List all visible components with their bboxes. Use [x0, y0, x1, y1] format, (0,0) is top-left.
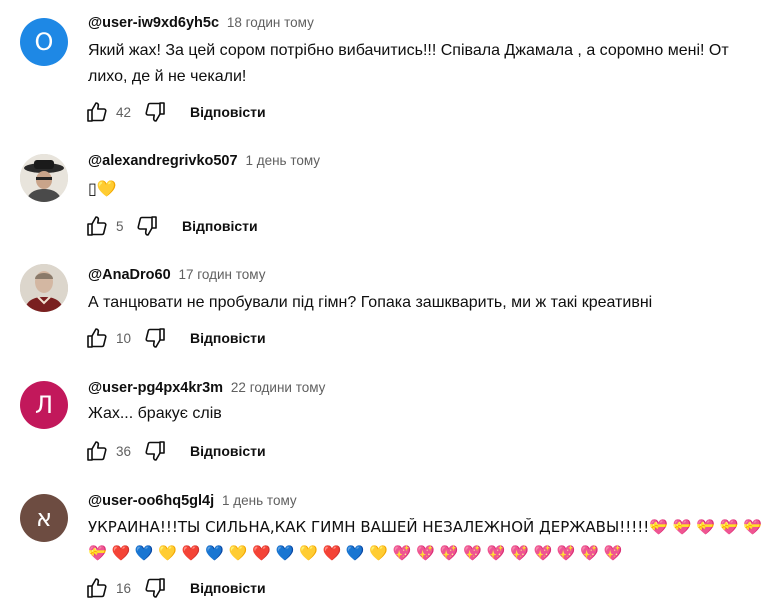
avatar-letter: Л — [34, 391, 54, 419]
comment-timestamp[interactable]: 1 день тому — [222, 493, 297, 508]
dislike-icon[interactable] — [142, 325, 168, 351]
dislike-icon[interactable] — [142, 438, 168, 464]
comment-header: @user-iw9xd6yh5c 18 годин тому — [88, 14, 314, 31]
like-icon[interactable] — [84, 325, 110, 351]
comment-timestamp[interactable]: 18 годин тому — [227, 15, 314, 30]
comment-actions: 36 Відповісти — [84, 437, 266, 465]
dislike-icon[interactable] — [134, 213, 160, 239]
comment-text: ▯💛 — [88, 179, 117, 198]
comment-actions: 16 Відповісти — [84, 574, 266, 602]
reply-button[interactable]: Відповісти — [190, 443, 266, 459]
dislike-icon[interactable] — [142, 99, 168, 125]
like-icon[interactable] — [84, 438, 110, 464]
avatar-photo — [20, 264, 68, 312]
comment-header: @user-pg4px4kr3m 22 години тому — [88, 379, 325, 396]
comment-header: @alexandregrivko507 1 день тому — [88, 152, 320, 169]
comment-text: Який жах! За цей сором потрібно вибачити… — [88, 42, 729, 85]
avatar[interactable] — [20, 264, 68, 312]
comment-text: УКРАИНА!!!ТЫ СИЛЬНА,КАК ГИМН ВАШЕЙ НЕЗАЛ… — [88, 518, 762, 562]
comment-actions: 10 Відповісти — [84, 324, 266, 352]
comment-text: А танцювати не пробували під гімн? Гопак… — [88, 294, 653, 311]
reply-button[interactable]: Відповісти — [190, 104, 266, 120]
comment-author[interactable]: @alexandregrivko507 — [88, 153, 238, 169]
comment-actions: 42 Відповісти — [84, 98, 266, 126]
reply-button[interactable]: Відповісти — [190, 330, 266, 346]
comment-timestamp[interactable]: 1 день тому — [245, 153, 320, 168]
avatar-letter: א — [35, 504, 53, 532]
comment-timestamp[interactable]: 17 годин тому — [179, 267, 266, 282]
comment-author[interactable]: @user-oo6hq5gl4j — [88, 493, 214, 509]
comment-author[interactable]: @user-iw9xd6yh5c — [88, 15, 219, 31]
like-icon[interactable] — [84, 99, 110, 125]
comment-header: @user-oo6hq5gl4j 1 день тому — [88, 492, 297, 509]
like-count: 5 — [116, 218, 124, 234]
like-count: 16 — [116, 580, 132, 596]
comment-author[interactable]: @user-pg4px4kr3m — [88, 380, 223, 396]
like-icon[interactable] — [84, 575, 110, 601]
like-count: 42 — [116, 104, 132, 120]
like-count: 36 — [116, 443, 132, 459]
like-count: 10 — [116, 330, 132, 346]
reply-button[interactable]: Відповісти — [190, 580, 266, 596]
comment-text: Жах... бракує слів — [88, 405, 222, 422]
comment-author[interactable]: @AnaDro60 — [88, 267, 171, 283]
dislike-icon[interactable] — [142, 575, 168, 601]
avatar[interactable]: א — [20, 494, 68, 542]
avatar[interactable]: O — [20, 18, 68, 66]
like-icon[interactable] — [84, 213, 110, 239]
comment-timestamp[interactable]: 22 години тому — [231, 380, 326, 395]
avatar-photo — [20, 154, 68, 202]
avatar-letter: O — [34, 28, 54, 56]
avatar[interactable]: Л — [20, 381, 68, 429]
reply-button[interactable]: Відповісти — [182, 218, 258, 234]
comment-actions: 5 Відповісти — [84, 212, 258, 240]
comment-header: @AnaDro60 17 годин тому — [88, 266, 265, 283]
avatar[interactable] — [20, 154, 68, 202]
